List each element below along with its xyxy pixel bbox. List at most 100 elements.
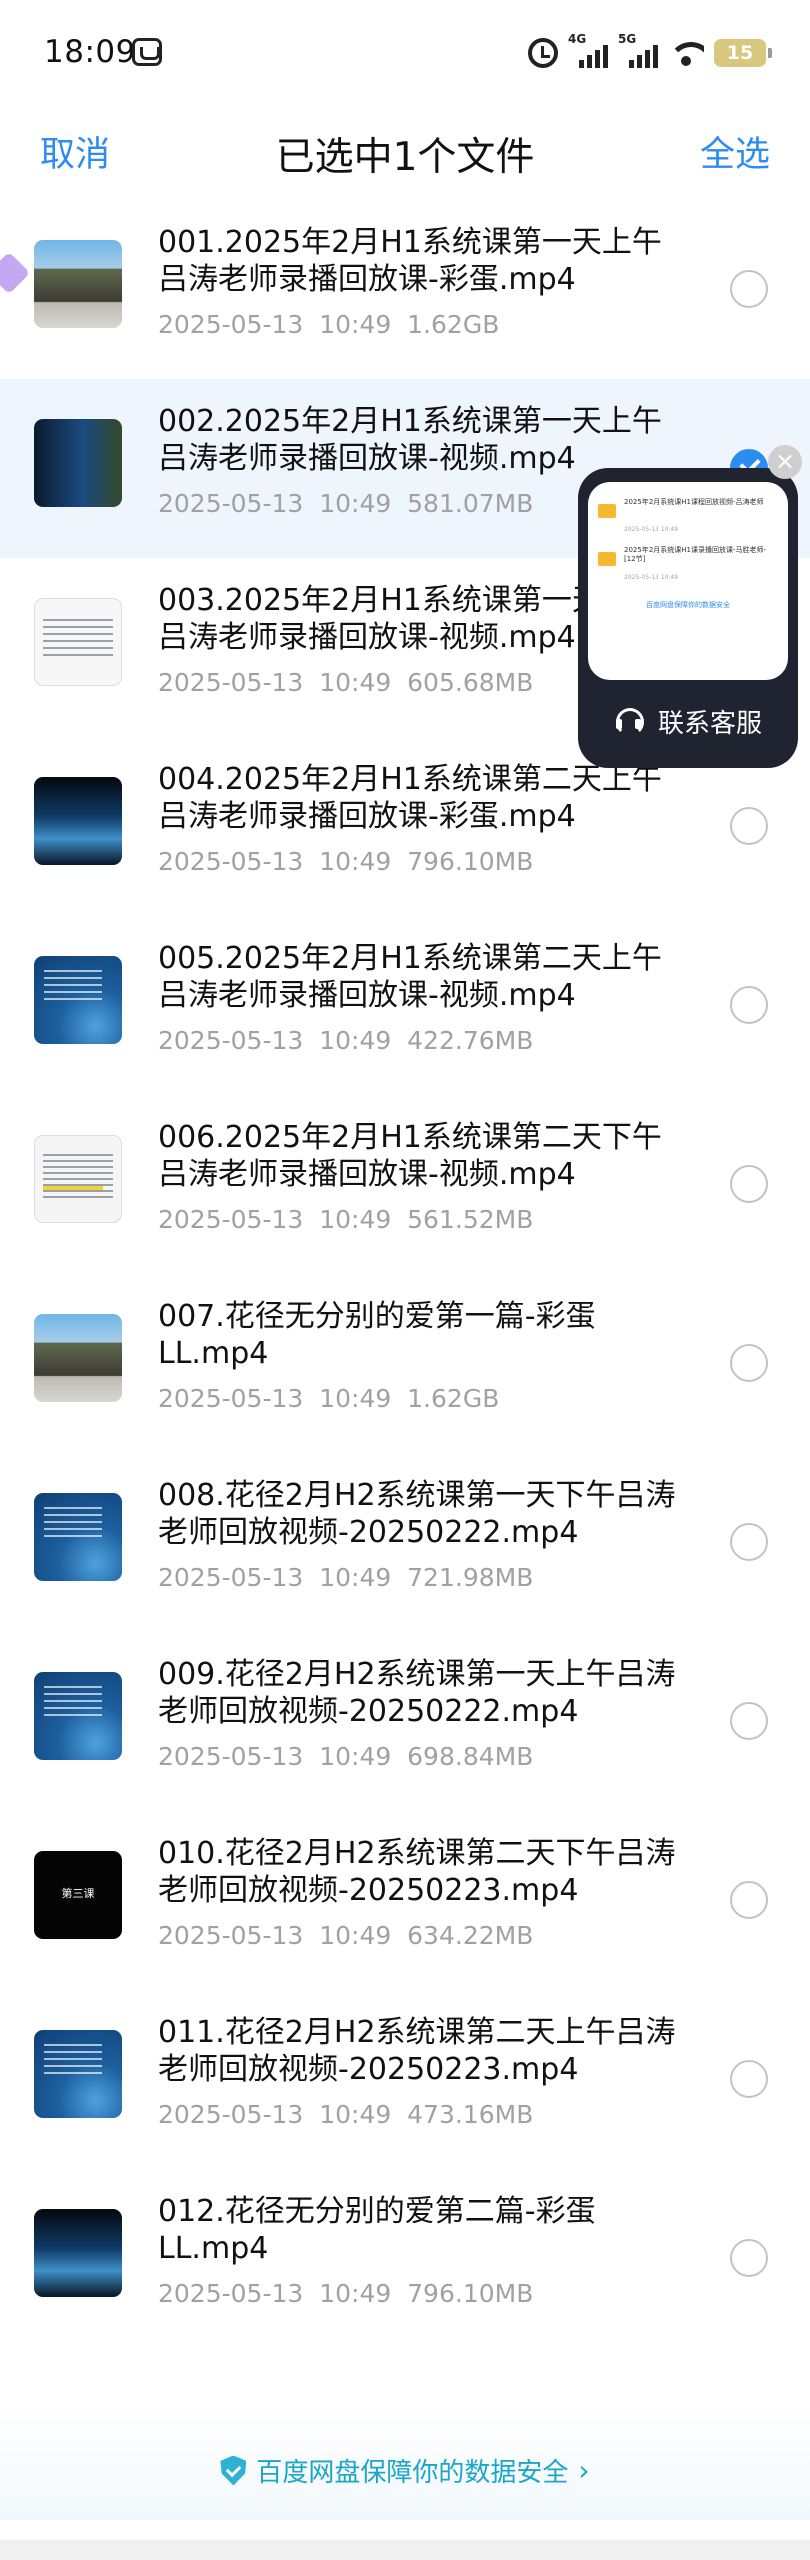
file-size: 1.62GB <box>407 1384 500 1413</box>
signal-4g-icon: 4G <box>568 32 608 70</box>
file-time: 10:49 <box>319 1384 392 1413</box>
status-indicators: 4G 5G 15 <box>528 32 772 70</box>
file-date: 2025-05-13 <box>158 1026 304 1055</box>
contact-service-button[interactable]: 联系客服 <box>578 696 798 746</box>
file-size: 796.10MB <box>407 2279 534 2308</box>
file-meta: 2025-05-13 10:49 796.10MB <box>158 2279 533 2308</box>
file-row[interactable]: 009.花径2月H2系统课第一天上午吕涛老师回放视频-20250222.mp4 2… <box>0 1632 810 1811</box>
select-radio-icon[interactable] <box>730 807 768 845</box>
chevron-right-icon: › <box>578 2454 590 2487</box>
file-size: 581.07MB <box>407 489 534 518</box>
select-radio-icon[interactable] <box>730 270 768 308</box>
file-row[interactable]: 005.2025年2月H1系统课第二天上午吕涛老师录播回放课-视频.mp4 202… <box>0 916 810 1095</box>
select-radio-icon[interactable] <box>730 1881 768 1919</box>
thumbnail-caption: 第三课 <box>61 1887 95 1900</box>
file-meta: 2025-05-13 10:49 1.62GB <box>158 310 499 339</box>
select-radio-icon[interactable] <box>730 2239 768 2277</box>
video-thumbnail <box>34 1314 122 1402</box>
preview-item: 2025年2月系统课H1课程回放视频-吕涛老师 2025-05-13 10:49 <box>598 496 778 546</box>
file-meta: 2025-05-13 10:49 721.98MB <box>158 1563 533 1592</box>
video-thumbnail <box>34 1672 122 1760</box>
video-thumbnail <box>34 956 122 1044</box>
file-name: 007.花径无分别的爱第一篇-彩蛋LL.mp4 <box>158 1299 596 1371</box>
folder-icon <box>598 552 616 566</box>
file-name: 008.花径2月H2系统课第一天下午吕涛老师回放视频-20250222.mp4 <box>158 1478 676 1550</box>
video-thumbnail <box>34 419 122 507</box>
file-date: 2025-05-13 <box>158 668 304 697</box>
file-meta: 2025-05-13 10:49 605.68MB <box>158 668 533 697</box>
preview-item-sub: 2025-05-13 10:49 <box>624 526 679 533</box>
file-size: 473.16MB <box>407 2100 534 2129</box>
wifi-icon <box>668 38 704 68</box>
file-size: 634.22MB <box>407 1921 534 1950</box>
folder-icon <box>598 504 616 518</box>
status-time: 18:09 <box>44 34 136 70</box>
file-name: 004.2025年2月H1系统课第二天上午吕涛老师录播回放课-彩蛋.mp4 <box>158 762 662 834</box>
preview-item: 2025年2月系统课H1课录播回放课-马胜老师-[12节] 2025-05-13… <box>598 544 778 594</box>
file-meta: 2025-05-13 10:49 581.07MB <box>158 489 533 518</box>
video-thumbnail <box>34 240 122 328</box>
video-thumbnail <box>34 1135 122 1223</box>
file-size: 721.98MB <box>407 1563 534 1592</box>
close-icon[interactable]: × <box>768 445 802 479</box>
video-thumbnail <box>34 777 122 865</box>
file-size: 1.62GB <box>407 310 500 339</box>
file-meta: 2025-05-13 10:49 698.84MB <box>158 1742 533 1771</box>
select-radio-icon[interactable] <box>730 1344 768 1382</box>
preview-secure-text: 百度网盘保障你的数据安全 <box>646 601 730 609</box>
preview-item-title: 2025年2月系统课H1课录播回放课-马胜老师-[12节] <box>624 546 767 563</box>
file-size: 561.52MB <box>407 1205 534 1234</box>
footer: 百度网盘保障你的数据安全 › <box>0 2400 810 2520</box>
file-meta: 2025-05-13 10:49 422.76MB <box>158 1026 533 1055</box>
select-radio-icon[interactable] <box>730 1702 768 1740</box>
security-link-label: 百度网盘保障你的数据安全 <box>256 2458 569 2488</box>
page-title: 已选中1个文件 <box>275 135 535 180</box>
network-label-1: 4G <box>568 32 587 46</box>
video-thumbnail <box>34 598 122 686</box>
file-date: 2025-05-13 <box>158 1921 304 1950</box>
app-notification-icon <box>132 38 162 66</box>
file-time: 10:49 <box>319 847 392 876</box>
file-size: 422.76MB <box>407 1026 534 1055</box>
shield-icon <box>220 2455 247 2486</box>
file-meta: 2025-05-13 10:49 1.62GB <box>158 1384 499 1413</box>
file-meta: 2025-05-13 10:49 561.52MB <box>158 1205 533 1234</box>
file-time: 10:49 <box>319 1563 392 1592</box>
file-meta: 2025-05-13 10:49 796.10MB <box>158 847 533 876</box>
file-row[interactable]: 011.花径2月H2系统课第二天上午吕涛老师回放视频-20250223.mp4 2… <box>0 1990 810 2169</box>
file-date: 2025-05-13 <box>158 1742 304 1771</box>
file-row[interactable]: 001.2025年2月H1系统课第一天上午吕涛老师录播回放课-彩蛋.mp4 202… <box>0 200 810 379</box>
floating-widget-icon[interactable] <box>0 248 36 304</box>
app-screen: 18:09 4G 5G 15 取消 已选中1个文件 全选 001.2025年2月… <box>0 0 810 2560</box>
file-time: 10:49 <box>319 1026 392 1055</box>
file-date: 2025-05-13 <box>158 310 304 339</box>
file-time: 10:49 <box>319 2100 392 2129</box>
file-row[interactable]: 008.花径2月H2系统课第一天下午吕涛老师回放视频-20250222.mp4 2… <box>0 1453 810 1632</box>
select-radio-icon[interactable] <box>730 1523 768 1561</box>
file-name: 005.2025年2月H1系统课第二天上午吕涛老师录播回放课-视频.mp4 <box>158 941 662 1013</box>
battery-indicator: 15 <box>714 39 772 67</box>
contact-service-label: 联系客服 <box>657 708 762 739</box>
file-name: 011.花径2月H2系统课第二天上午吕涛老师回放视频-20250223.mp4 <box>158 2015 676 2087</box>
file-row[interactable]: 006.2025年2月H1系统课第二天下午吕涛老师录播回放课-视频.mp4 202… <box>0 1095 810 1274</box>
customer-service-widget[interactable]: 2025年2月系统课H1课程回放视频-吕涛老师 2025-05-13 10:49… <box>578 468 798 768</box>
file-size: 698.84MB <box>407 1742 534 1771</box>
file-date: 2025-05-13 <box>158 847 304 876</box>
file-row[interactable]: 007.花径无分别的爱第一篇-彩蛋LL.mp4 2025-05-13 10:49 … <box>0 1274 810 1453</box>
file-date: 2025-05-13 <box>158 1563 304 1592</box>
select-radio-icon[interactable] <box>730 2060 768 2098</box>
alarm-icon <box>528 38 558 68</box>
file-time: 10:49 <box>319 1921 392 1950</box>
video-thumbnail <box>34 1493 122 1581</box>
select-radio-icon[interactable] <box>730 1165 768 1203</box>
file-name: 001.2025年2月H1系统课第一天上午吕涛老师录播回放课-彩蛋.mp4 <box>158 225 662 297</box>
headset-icon <box>614 706 644 736</box>
file-row[interactable]: 第三课 010.花径2月H2系统课第二天下午吕涛老师回放视频-20250223.m… <box>0 1811 810 1990</box>
file-row[interactable]: 012.花径无分别的爱第二篇-彩蛋LL.mp4 2025-05-13 10:49 … <box>0 2169 810 2348</box>
file-name: 006.2025年2月H1系统课第二天下午吕涛老师录播回放课-视频.mp4 <box>158 1120 662 1192</box>
security-link[interactable]: 百度网盘保障你的数据安全 › <box>0 2452 810 2489</box>
select-radio-icon[interactable] <box>730 986 768 1024</box>
file-time: 10:49 <box>319 1742 392 1771</box>
select-all-button[interactable]: 全选 <box>700 126 770 177</box>
file-name: 012.花径无分别的爱第二篇-彩蛋LL.mp4 <box>158 2194 596 2266</box>
